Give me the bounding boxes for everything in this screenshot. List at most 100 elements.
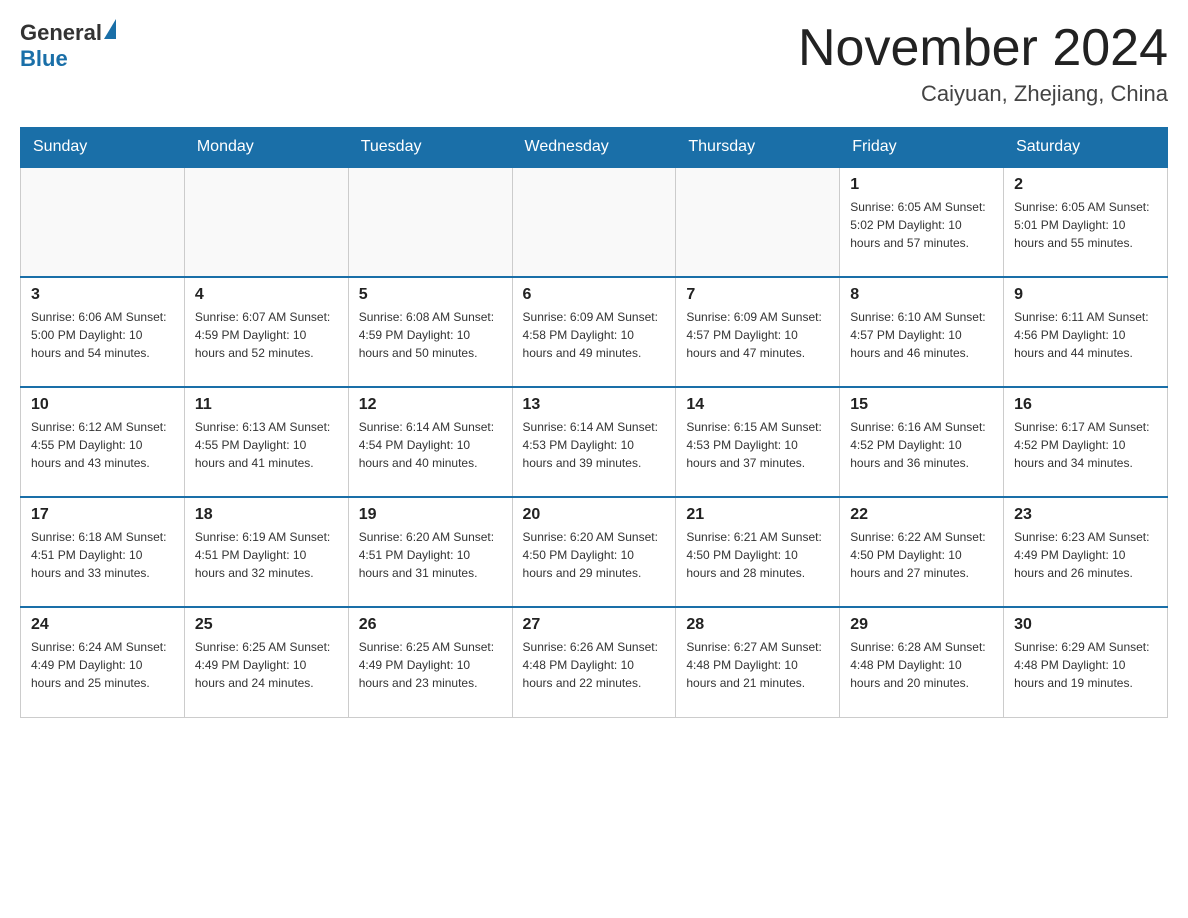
day-info: Sunrise: 6:14 AM Sunset: 4:53 PM Dayligh… [523,418,666,472]
day-number: 24 [31,616,174,634]
day-info: Sunrise: 6:22 AM Sunset: 4:50 PM Dayligh… [850,528,993,582]
day-number: 27 [523,616,666,634]
week-row-5: 24 Sunrise: 6:24 AM Sunset: 4:49 PM Dayli… [21,607,1168,717]
day-number: 25 [195,616,338,634]
day-number: 5 [359,286,502,304]
calendar-cell: 11 Sunrise: 6:13 AM Sunset: 4:55 PM Dayli… [184,387,348,497]
day-info: Sunrise: 6:17 AM Sunset: 4:52 PM Dayligh… [1014,418,1157,472]
week-row-2: 3Sunrise: 6:06 AM Sunset: 5:00 PM Daylig… [21,277,1168,387]
day-header-thursday: Thursday [676,128,840,168]
title-section: November 2024 Caiyuan, Zhejiang, China [798,20,1168,107]
day-info: Sunrise: 6:18 AM Sunset: 4:51 PM Dayligh… [31,528,174,582]
day-number: 2 [1014,176,1157,194]
calendar-cell: 5 Sunrise: 6:08 AM Sunset: 4:59 PM Daylig… [348,277,512,387]
calendar-cell [676,167,840,277]
calendar-title: November 2024 [798,20,1168,77]
day-number: 20 [523,506,666,524]
calendar-cell: 18 Sunrise: 6:19 AM Sunset: 4:51 PM Dayli… [184,497,348,607]
calendar-cell: 17 Sunrise: 6:18 AM Sunset: 4:51 PM Dayli… [21,497,185,607]
calendar-cell: 3Sunrise: 6:06 AM Sunset: 5:00 PM Daylig… [21,277,185,387]
calendar-cell: 15Sunrise: 6:16 AM Sunset: 4:52 PM Dayli… [840,387,1004,497]
calendar-cell: 7Sunrise: 6:09 AM Sunset: 4:57 PM Daylig… [676,277,840,387]
calendar-cell [348,167,512,277]
day-header-friday: Friday [840,128,1004,168]
day-info: Sunrise: 6:11 AM Sunset: 4:56 PM Dayligh… [1014,308,1157,362]
day-number: 6 [523,286,666,304]
calendar-cell: 4 Sunrise: 6:07 AM Sunset: 4:59 PM Daylig… [184,277,348,387]
calendar-cell: 19 Sunrise: 6:20 AM Sunset: 4:51 PM Dayli… [348,497,512,607]
calendar-cell: 14Sunrise: 6:15 AM Sunset: 4:53 PM Dayli… [676,387,840,497]
day-number: 23 [1014,506,1157,524]
calendar-subtitle: Caiyuan, Zhejiang, China [798,81,1168,107]
day-info: Sunrise: 6:08 AM Sunset: 4:59 PM Dayligh… [359,308,502,362]
day-info: Sunrise: 6:21 AM Sunset: 4:50 PM Dayligh… [686,528,829,582]
days-header-row: SundayMondayTuesdayWednesdayThursdayFrid… [21,128,1168,168]
day-number: 15 [850,396,993,414]
logo-triangle-icon [104,19,116,39]
day-number: 17 [31,506,174,524]
day-info: Sunrise: 6:14 AM Sunset: 4:54 PM Dayligh… [359,418,502,472]
day-number: 8 [850,286,993,304]
day-info: Sunrise: 6:09 AM Sunset: 4:58 PM Dayligh… [523,308,666,362]
calendar-cell: 21 Sunrise: 6:21 AM Sunset: 4:50 PM Dayli… [676,497,840,607]
day-info: Sunrise: 6:15 AM Sunset: 4:53 PM Dayligh… [686,418,829,472]
calendar-cell: 26Sunrise: 6:25 AM Sunset: 4:49 PM Dayli… [348,607,512,717]
calendar-cell: 2 Sunrise: 6:05 AM Sunset: 5:01 PM Daylig… [1004,167,1168,277]
day-header-wednesday: Wednesday [512,128,676,168]
week-row-4: 17 Sunrise: 6:18 AM Sunset: 4:51 PM Dayli… [21,497,1168,607]
calendar-cell: 30 Sunrise: 6:29 AM Sunset: 4:48 PM Dayli… [1004,607,1168,717]
calendar-cell: 28 Sunrise: 6:27 AM Sunset: 4:48 PM Dayli… [676,607,840,717]
calendar-cell: 20 Sunrise: 6:20 AM Sunset: 4:50 PM Dayli… [512,497,676,607]
calendar-cell: 6 Sunrise: 6:09 AM Sunset: 4:58 PM Daylig… [512,277,676,387]
day-number: 13 [523,396,666,414]
calendar-cell [512,167,676,277]
day-info: Sunrise: 6:24 AM Sunset: 4:49 PM Dayligh… [31,638,174,692]
day-info: Sunrise: 6:29 AM Sunset: 4:48 PM Dayligh… [1014,638,1157,692]
calendar-cell [184,167,348,277]
day-number: 11 [195,396,338,414]
day-number: 19 [359,506,502,524]
calendar-cell [21,167,185,277]
calendar-cell: 13 Sunrise: 6:14 AM Sunset: 4:53 PM Dayli… [512,387,676,497]
day-info: Sunrise: 6:13 AM Sunset: 4:55 PM Dayligh… [195,418,338,472]
day-info: Sunrise: 6:10 AM Sunset: 4:57 PM Dayligh… [850,308,993,362]
week-row-3: 10 Sunrise: 6:12 AM Sunset: 4:55 PM Dayli… [21,387,1168,497]
day-info: Sunrise: 6:09 AM Sunset: 4:57 PM Dayligh… [686,308,829,362]
day-info: Sunrise: 6:19 AM Sunset: 4:51 PM Dayligh… [195,528,338,582]
calendar-cell: 1 Sunrise: 6:05 AM Sunset: 5:02 PM Daylig… [840,167,1004,277]
day-info: Sunrise: 6:05 AM Sunset: 5:01 PM Dayligh… [1014,198,1157,252]
day-number: 28 [686,616,829,634]
day-number: 1 [850,176,993,194]
day-number: 10 [31,396,174,414]
day-info: Sunrise: 6:26 AM Sunset: 4:48 PM Dayligh… [523,638,666,692]
day-info: Sunrise: 6:25 AM Sunset: 4:49 PM Dayligh… [359,638,502,692]
day-number: 16 [1014,396,1157,414]
day-info: Sunrise: 6:12 AM Sunset: 4:55 PM Dayligh… [31,418,174,472]
calendar-cell: 12 Sunrise: 6:14 AM Sunset: 4:54 PM Dayli… [348,387,512,497]
day-info: Sunrise: 6:06 AM Sunset: 5:00 PM Dayligh… [31,308,174,362]
day-info: Sunrise: 6:20 AM Sunset: 4:51 PM Dayligh… [359,528,502,582]
day-info: Sunrise: 6:20 AM Sunset: 4:50 PM Dayligh… [523,528,666,582]
day-number: 30 [1014,616,1157,634]
calendar-cell: 25 Sunrise: 6:25 AM Sunset: 4:49 PM Dayli… [184,607,348,717]
calendar-table: SundayMondayTuesdayWednesdayThursdayFrid… [20,127,1168,718]
page-header: General Blue November 2024 Caiyuan, Zhej… [20,20,1168,107]
day-number: 18 [195,506,338,524]
day-info: Sunrise: 6:23 AM Sunset: 4:49 PM Dayligh… [1014,528,1157,582]
day-info: Sunrise: 6:25 AM Sunset: 4:49 PM Dayligh… [195,638,338,692]
calendar-cell: 29Sunrise: 6:28 AM Sunset: 4:48 PM Dayli… [840,607,1004,717]
day-number: 21 [686,506,829,524]
day-info: Sunrise: 6:27 AM Sunset: 4:48 PM Dayligh… [686,638,829,692]
day-number: 4 [195,286,338,304]
day-info: Sunrise: 6:07 AM Sunset: 4:59 PM Dayligh… [195,308,338,362]
calendar-cell: 23 Sunrise: 6:23 AM Sunset: 4:49 PM Dayli… [1004,497,1168,607]
day-number: 22 [850,506,993,524]
calendar-cell: 10 Sunrise: 6:12 AM Sunset: 4:55 PM Dayli… [21,387,185,497]
week-row-1: 1 Sunrise: 6:05 AM Sunset: 5:02 PM Daylig… [21,167,1168,277]
logo-general-text: General [20,20,102,46]
logo-blue-text: Blue [20,46,68,72]
day-number: 12 [359,396,502,414]
calendar-cell: 8 Sunrise: 6:10 AM Sunset: 4:57 PM Daylig… [840,277,1004,387]
day-header-tuesday: Tuesday [348,128,512,168]
day-info: Sunrise: 6:05 AM Sunset: 5:02 PM Dayligh… [850,198,993,252]
